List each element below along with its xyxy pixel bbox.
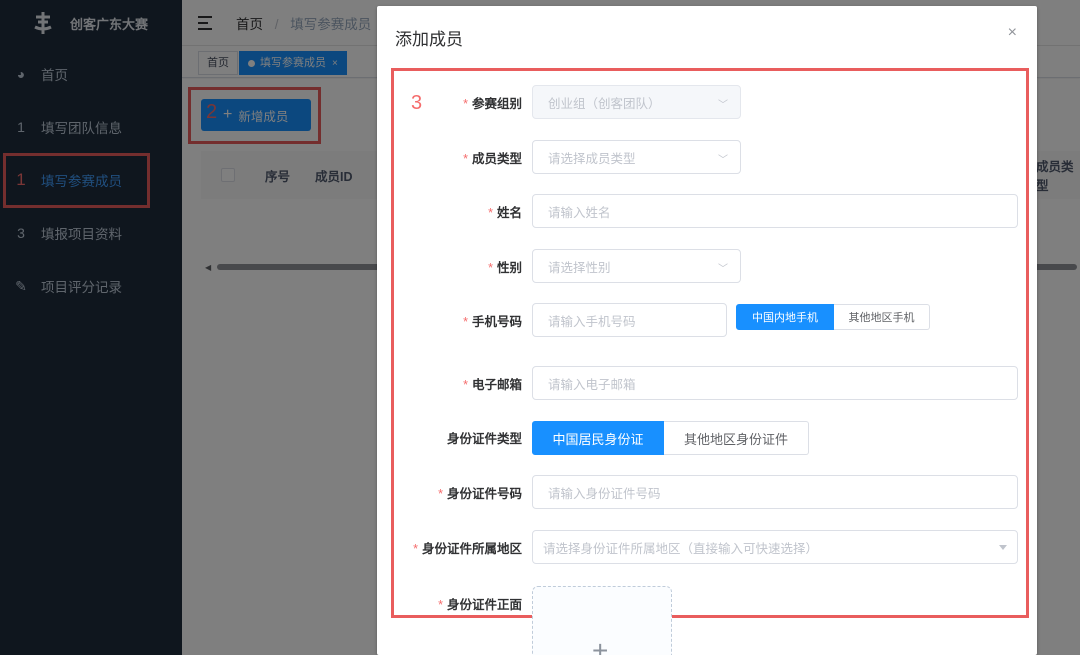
form-row-id-front: * 身份证件正面: [377, 586, 532, 620]
placeholder: 请选择身份证件所属地区（直接输入可快速选择）: [543, 541, 819, 556]
field-label: * 身份证件所属地区: [413, 541, 522, 556]
placeholder: 请输入电子邮箱: [548, 377, 636, 392]
field-label: * 手机号码: [463, 314, 522, 329]
id-type-other-option[interactable]: 其他地区身份证件: [664, 421, 809, 455]
phone-input[interactable]: 请输入手机号码: [532, 303, 727, 337]
id-front-upload[interactable]: +: [532, 586, 672, 655]
add-member-dialog: 添加成员 × 3 * 参赛组别 创业组（创客团队） ﹀ * 成员类型 请选择成员类型…: [377, 6, 1037, 655]
placeholder: 请选择性别: [548, 260, 611, 275]
form-row-id-region: * 身份证件所属地区: [377, 530, 527, 564]
field-label: * 身份证件号码: [438, 486, 522, 501]
field-label: * 电子邮箱: [463, 377, 522, 392]
phone-mainland-option[interactable]: 中国内地手机: [736, 304, 834, 330]
placeholder: 请输入身份证件号码: [548, 486, 661, 501]
field-label: 身份证件类型: [446, 431, 522, 446]
group-select: 创业组（创客团队） ﹀: [532, 85, 741, 119]
form-row-gender: * 性别: [377, 249, 532, 283]
field-label: * 成员类型: [463, 151, 522, 166]
phone-other-option[interactable]: 其他地区手机: [834, 304, 930, 330]
field-label: * 参赛组别: [463, 96, 522, 111]
chevron-down-icon: ﹀: [718, 155, 728, 166]
id-number-input[interactable]: 请输入身份证件号码: [532, 475, 1018, 509]
field-label: * 身份证件正面: [438, 597, 522, 612]
name-input[interactable]: 请输入姓名: [532, 194, 1018, 228]
id-type-toggle: 中国居民身份证 其他地区身份证件: [532, 421, 809, 455]
placeholder: 请输入手机号码: [548, 314, 636, 329]
placeholder: 请选择成员类型: [548, 151, 636, 166]
chevron-down-icon: ﹀: [718, 100, 728, 111]
group-value: 创业组（创客团队）: [548, 96, 661, 111]
gender-select[interactable]: 请选择性别 ﹀: [532, 249, 741, 283]
field-label: +*姓名: [488, 205, 522, 220]
dialog-title: 添加成员: [395, 30, 463, 49]
email-input[interactable]: 请输入电子邮箱: [532, 366, 1018, 400]
id-type-mainland-option[interactable]: 中国居民身份证: [532, 421, 664, 455]
member-type-select[interactable]: 请选择成员类型 ﹀: [532, 140, 741, 174]
form-row-group: * 参赛组别: [377, 85, 532, 119]
close-icon[interactable]: ×: [1008, 24, 1017, 42]
form-row-name: +*姓名: [377, 194, 532, 228]
id-region-select[interactable]: 请选择身份证件所属地区（直接输入可快速选择）: [532, 530, 1018, 564]
chevron-down-icon: ﹀: [718, 264, 728, 275]
phone-region-toggle: 中国内地手机 其他地区手机: [736, 304, 930, 330]
form-row-id-number: * 身份证件号码: [377, 475, 532, 509]
plus-icon: +: [592, 635, 609, 655]
form-row-member-type: * 成员类型: [377, 140, 532, 174]
form-row-id-type: 身份证件类型: [377, 420, 532, 454]
placeholder: 请输入姓名: [548, 205, 611, 220]
field-label: * 性别: [488, 260, 522, 275]
form-row-email: * 电子邮箱: [377, 366, 532, 400]
form-row-phone: * 手机号码: [377, 303, 532, 337]
caret-down-icon: [999, 545, 1007, 550]
